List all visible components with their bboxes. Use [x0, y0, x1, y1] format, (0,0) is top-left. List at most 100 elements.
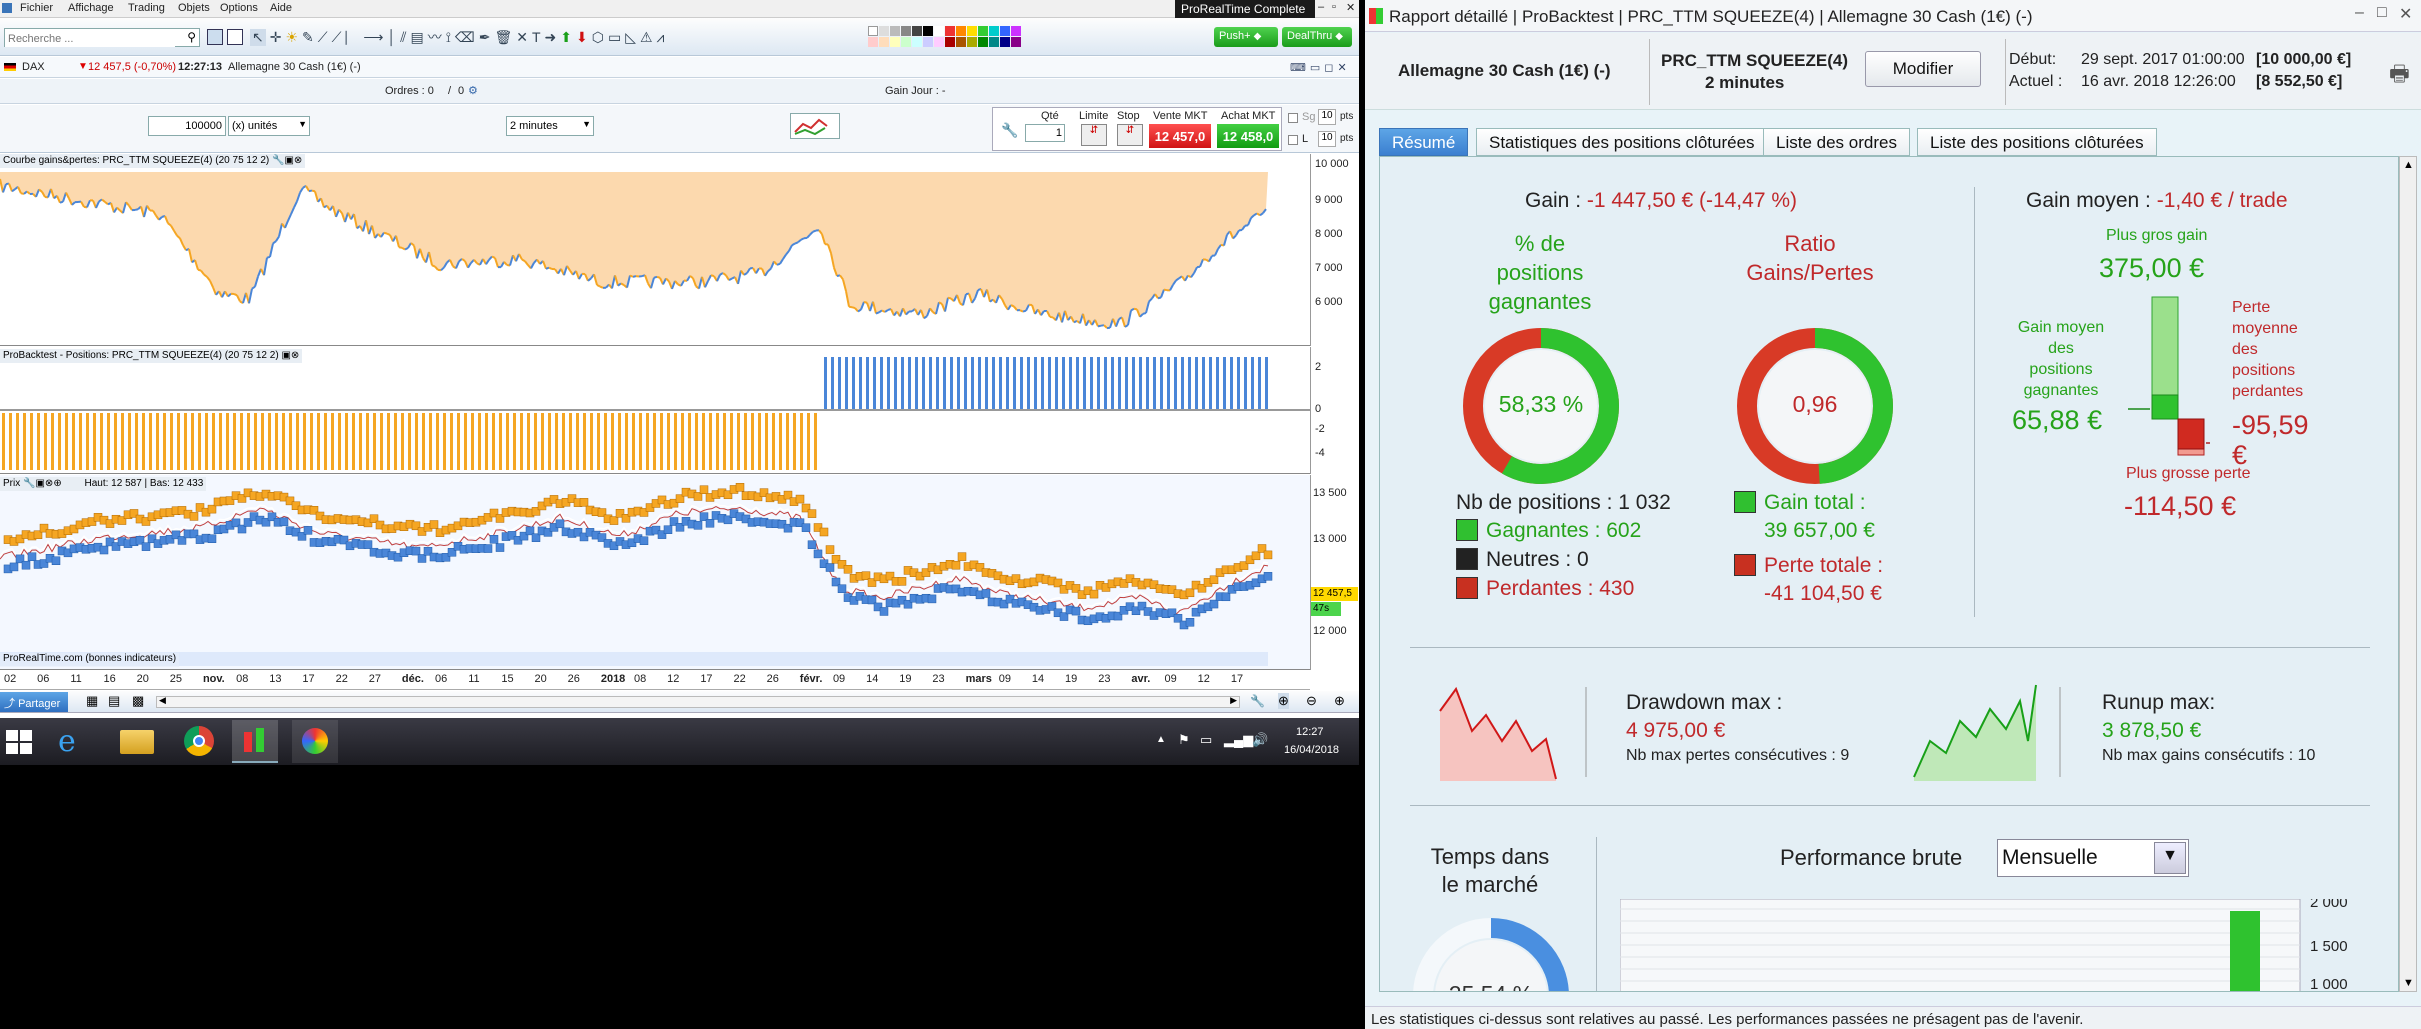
bulb-icon[interactable]: ☀ [285, 29, 298, 46]
wave-icon[interactable]: 〰 [428, 27, 442, 47]
print-icon[interactable]: 🖶 [2389, 57, 2410, 95]
minimize-button[interactable]: – [1318, 1, 1324, 13]
layout-icon[interactable] [227, 29, 243, 45]
share-button[interactable]: ⤴ Partager [0, 692, 68, 712]
search-icon[interactable]: ⚲ [187, 30, 196, 44]
menu-aide[interactable]: Aide [270, 2, 292, 14]
chrome-icon[interactable] [184, 726, 214, 756]
fibo-icon[interactable]: ▤ [410, 29, 423, 46]
vline-icon[interactable]: ⎸ [345, 29, 359, 46]
close-panel-icon[interactable]: ✕ [1337, 61, 1346, 75]
report-vertical-scrollbar[interactable]: ▲ ▼ [2399, 156, 2417, 992]
tray-up-icon[interactable]: ▲ [1156, 734, 1166, 745]
volume-tray-icon[interactable]: 🔊 [1252, 732, 1268, 748]
gear-icon[interactable]: ⚙ [468, 84, 478, 97]
flag-tray-icon[interactable]: ⚑ [1178, 732, 1190, 748]
window-icon[interactable] [207, 29, 223, 45]
alert-icon[interactable]: ⚠ [640, 29, 653, 46]
zoom-out-icon[interactable]: ⊖ [1306, 693, 1317, 709]
stop-button[interactable]: ⇵ [1117, 124, 1143, 146]
explorer-icon[interactable] [120, 730, 154, 754]
tab-statistiques[interactable]: Statistiques des positions clôturées [1476, 128, 1768, 156]
start-button[interactable] [6, 730, 32, 754]
report-close-button[interactable]: ✕ [2399, 4, 2412, 24]
zoom-in-icon[interactable]: ⊕ [1334, 693, 1345, 709]
line-icon[interactable]: ⟋ [318, 29, 328, 46]
color-palette[interactable] [868, 26, 1021, 48]
monitor-tray-icon[interactable]: ▭ [1200, 732, 1212, 748]
table-icon[interactable]: ▤ [108, 693, 120, 709]
tab-liste-positions[interactable]: Liste des positions clôturées [1917, 128, 2157, 156]
keyboard-icon[interactable]: ⌨ [1290, 61, 1306, 75]
text-tool-icon[interactable]: T [532, 29, 541, 45]
add-icon[interactable]: ⊕ [53, 478, 61, 489]
search-input[interactable] [5, 31, 175, 47]
orders-count[interactable]: Ordres : 0 [385, 85, 434, 97]
vertical-line-icon[interactable]: │ [387, 29, 396, 45]
restore-button[interactable]: ▫ [1332, 1, 1336, 13]
ray-icon[interactable]: ⟋ [332, 29, 342, 46]
buy-arrow-icon[interactable]: ⬆ [560, 29, 572, 46]
sell-arrow-icon[interactable]: ⬇ [576, 29, 588, 46]
clock-time[interactable]: 12:27 [1296, 726, 1324, 738]
pen-icon[interactable]: ✒ [479, 29, 491, 46]
timeframe-select[interactable]: 2 minutes ▼ [506, 116, 594, 136]
triangle-icon[interactable]: ◺ [625, 29, 636, 46]
maximize-panel-icon[interactable]: ◻ [1324, 61, 1333, 75]
quantity-input[interactable]: 100000 [148, 116, 226, 136]
instrument-code[interactable]: DAX [22, 61, 45, 73]
network-tray-icon[interactable]: ▂▄▆ [1224, 732, 1253, 748]
pts1-input[interactable]: 10 [1318, 109, 1336, 125]
vente-button[interactable]: 12 457,0 [1149, 124, 1211, 148]
right-arrow-icon[interactable]: ➜ [545, 29, 557, 46]
shape-icon[interactable]: ⬡ [592, 29, 604, 46]
menu-objets[interactable]: Objets [178, 2, 210, 14]
dealthru-button[interactable]: DealThru ◆ [1282, 27, 1352, 47]
report-minimize-button[interactable]: – [2355, 4, 2364, 22]
hline-icon[interactable]: ⟶ [363, 29, 383, 46]
prorealtime-taskbar-icon[interactable] [232, 720, 278, 763]
ie-icon[interactable]: e [58, 724, 76, 759]
close-icon[interactable]: ⊗ [291, 350, 299, 361]
cursor-icon[interactable]: ↖ [250, 28, 266, 46]
close-button[interactable]: ✕ [1346, 1, 1355, 14]
grid-icon[interactable]: ▦ [86, 693, 98, 709]
scroll-left-icon[interactable]: ◀ [159, 695, 166, 706]
channel-icon[interactable]: ⫽ [400, 29, 406, 46]
zigzag-icon[interactable]: ⩘ [657, 29, 665, 46]
minimize-panel-icon[interactable]: ▭ [1310, 61, 1320, 75]
trash-icon[interactable]: 🗑 [494, 29, 512, 46]
window-icon[interactable]: ▣ [35, 478, 44, 489]
scroll-up-icon[interactable]: ▲ [2403, 159, 2414, 171]
scroll-down-icon[interactable]: ▼ [2403, 977, 2414, 989]
menu-trading[interactable]: Trading [128, 2, 165, 14]
achat-button[interactable]: 12 458,0 [1217, 124, 1279, 148]
crosshair-icon[interactable]: ✛ [270, 29, 282, 46]
cross-tool-icon[interactable]: ✕ [516, 29, 528, 46]
menu-options[interactable]: Options [220, 2, 258, 14]
l-checkbox[interactable] [1288, 135, 1298, 145]
clock-date[interactable]: 16/04/2018 [1284, 744, 1339, 756]
modify-button[interactable]: Modifier [1865, 51, 1981, 87]
wrench-icon[interactable]: 🔧 [1001, 122, 1018, 139]
paint-taskbar-icon[interactable] [292, 720, 338, 763]
layout-icon[interactable]: ▩ [132, 693, 144, 709]
qte-input[interactable]: 1 [1025, 124, 1065, 142]
window-icon[interactable]: ▣ [281, 350, 290, 361]
price-panel[interactable]: Prix 🔧▣⊗⊕ Haut: 12 587 | Bas: 12 433 Pro… [0, 475, 1310, 670]
chart-type-button[interactable] [790, 113, 840, 139]
zoom-area-icon[interactable]: ⊕ [1278, 693, 1289, 709]
report-maximize-button[interactable]: □ [2377, 4, 2387, 22]
eraser-icon[interactable]: ⌫ [455, 29, 475, 46]
positions-panel[interactable]: ProBacktest - Positions: PRC_TTM SQUEEZE… [0, 347, 1310, 474]
orders-zero[interactable]: 0 [458, 85, 464, 97]
limite-button[interactable]: ⇵ [1081, 124, 1107, 146]
perf-select[interactable]: Mensuelle ▼ [1997, 839, 2189, 877]
sg-checkbox[interactable] [1288, 113, 1298, 123]
wrench-icon[interactable]: 🔧 [23, 478, 35, 489]
equity-curve-panel[interactable]: Courbe gains&pertes: PRC_TTM SQUEEZE(4) … [0, 154, 1310, 346]
pencil-icon[interactable]: ✎ [302, 29, 314, 46]
search-box[interactable]: ⚲ [4, 28, 200, 47]
horizontal-scrollbar[interactable]: ◀ ▶ [156, 695, 1240, 708]
pushplus-button[interactable]: Push+ ◆ [1214, 27, 1278, 47]
